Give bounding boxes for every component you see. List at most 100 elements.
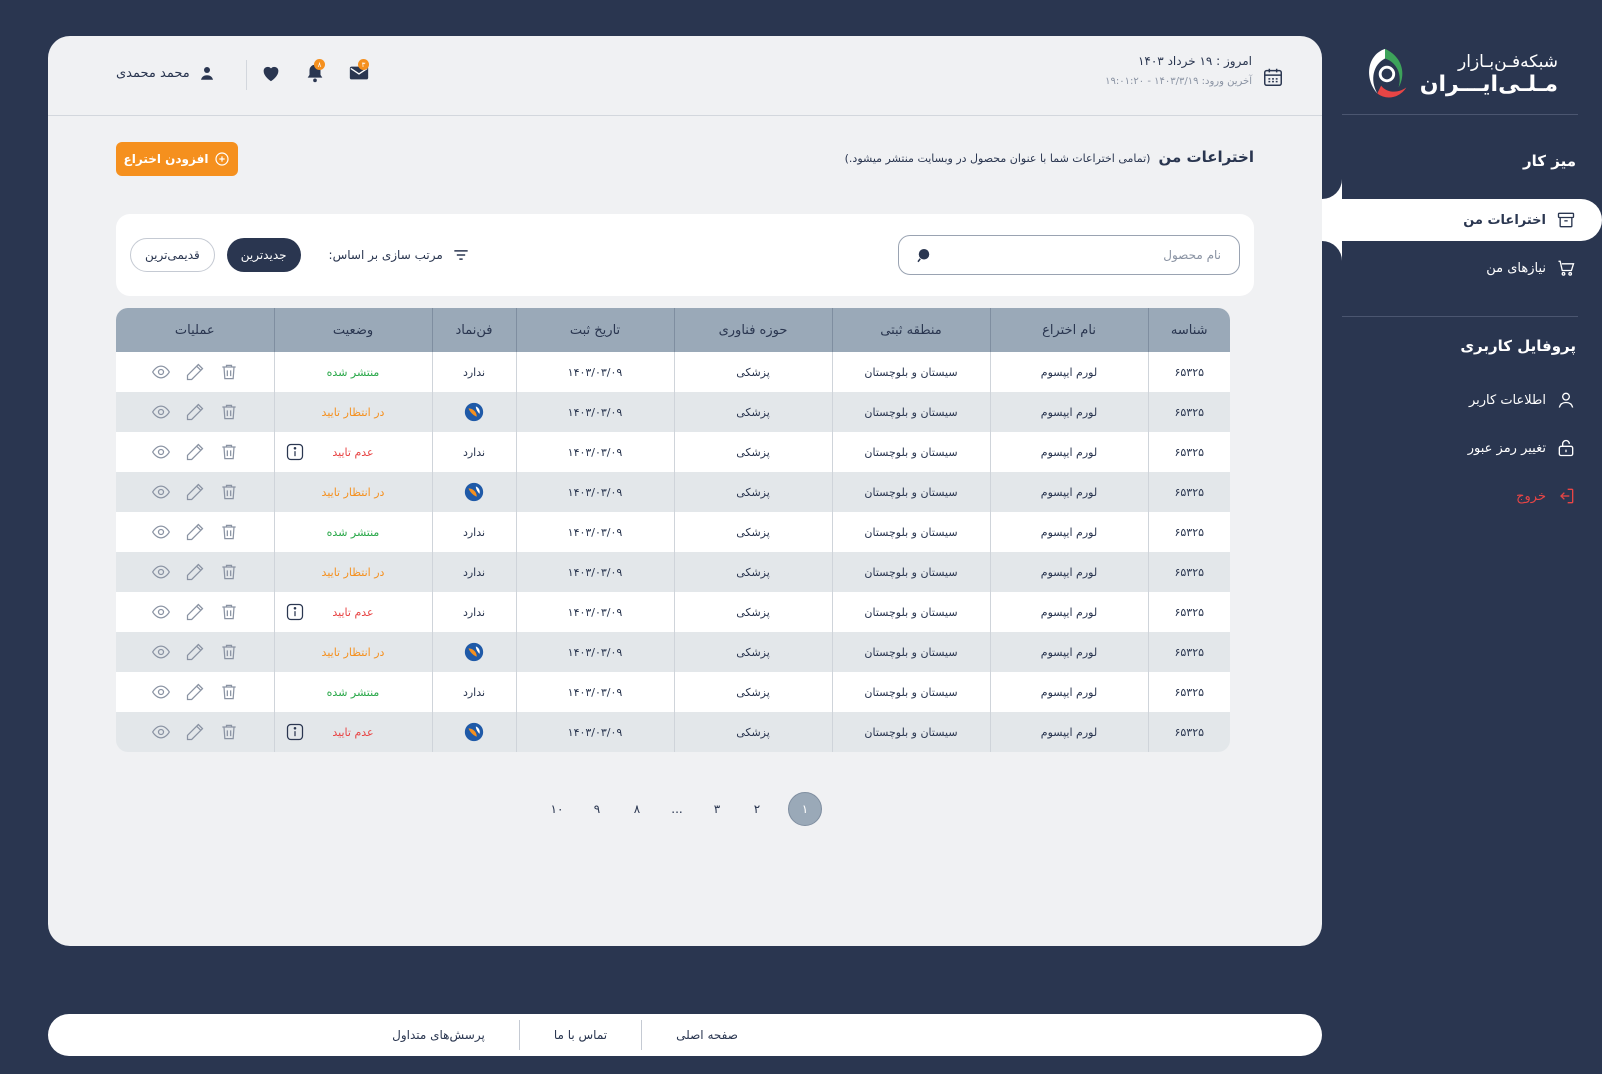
brand-logo[interactable]: شبکه‌فـن‌بـازار مـلـی‌ایـــران <box>1368 40 1558 108</box>
cell-actions <box>116 712 274 752</box>
col-header-field[interactable]: حوزه فناوری <box>673 308 832 352</box>
sort-newest-button[interactable]: جدیدترین <box>226 238 301 272</box>
footer-link-faq[interactable]: پرسش‌های متداول <box>358 1028 519 1042</box>
delete-icon[interactable] <box>219 602 239 622</box>
row-actions <box>117 682 273 702</box>
footer-link-contact[interactable]: تماس با ما <box>520 1028 641 1042</box>
favorites-button[interactable] <box>258 62 282 86</box>
edit-icon[interactable] <box>185 402 205 422</box>
pagination-ellipsis: ... <box>671 802 683 816</box>
cell-id: ۶۵۳۲۵ <box>1147 712 1230 752</box>
delete-icon[interactable] <box>219 642 239 662</box>
col-header-id[interactable]: شناسه <box>1147 308 1230 352</box>
search-icon[interactable] <box>915 246 933 264</box>
edit-icon[interactable] <box>185 562 205 582</box>
view-icon[interactable] <box>151 602 171 622</box>
sidebar-divider <box>1342 114 1578 115</box>
sidebar-item-my-needs[interactable]: نیازهای من <box>1486 258 1576 278</box>
delete-icon[interactable] <box>219 722 239 742</box>
delete-icon[interactable] <box>219 442 239 462</box>
sidebar-item-logout[interactable]: خروج <box>1516 486 1576 506</box>
view-icon[interactable] <box>151 722 171 742</box>
pagination-page[interactable]: ۸ <box>628 802 646 816</box>
search-input[interactable] <box>963 247 1223 263</box>
row-actions <box>117 362 273 382</box>
col-header-status[interactable]: وضعیت <box>273 308 432 352</box>
info-icon[interactable] <box>285 442 305 462</box>
pagination-page[interactable]: ۱۰ <box>548 802 566 816</box>
page-header: اختراعات من (تمامی اختراعات شما با عنوان… <box>845 148 1254 166</box>
footer-link-home[interactable]: صفحه اصلی <box>642 1028 772 1042</box>
cell-field: پزشکی <box>673 472 832 512</box>
pagination-page[interactable]: ۲ <box>748 802 766 816</box>
col-header-name[interactable]: نام اختراع <box>989 308 1148 352</box>
info-icon[interactable] <box>285 602 305 622</box>
table-row: ۶۵۳۲۵ لورم ایپسوم سیستان و بلوچستان پزشکی ۱۴… <box>116 632 1230 672</box>
table-row: ۶۵۳۲۵ لورم ایپسوم سیستان و بلوچستان پزشکی ۱۴… <box>116 512 1230 552</box>
delete-icon[interactable] <box>219 682 239 702</box>
sort-controls: مرتب سازی بر اساس: جدیدترین قدیمی‌ترین <box>130 238 471 272</box>
col-header-symbol[interactable]: فن‌نماد <box>431 308 516 352</box>
edit-icon[interactable] <box>185 722 205 742</box>
tech-symbol-emblem-icon <box>464 642 484 662</box>
delete-icon[interactable] <box>219 482 239 502</box>
view-icon[interactable] <box>151 682 171 702</box>
cell-id: ۶۵۳۲۵ <box>1147 392 1230 432</box>
sort-oldest-button[interactable]: قدیمی‌ترین <box>130 238 215 272</box>
sidebar-item-user-info[interactable]: اطلاعات کاربر <box>1469 390 1576 410</box>
sidebar-item-change-password[interactable]: تغییر رمز عبور <box>1468 438 1576 458</box>
cell-date: ۱۴۰۳/۰۳/۰۹ <box>515 672 674 712</box>
pagination-page[interactable]: ۳ <box>708 802 726 816</box>
cell-region: سیستان و بلوچستان <box>831 432 990 472</box>
today-date: امروز : ۱۹ خرداد ۱۴۰۳ <box>1137 54 1252 68</box>
user-menu[interactable]: محمد محمدی <box>116 64 216 82</box>
filter-bar: مرتب سازی بر اساس: جدیدترین قدیمی‌ترین <box>116 214 1254 296</box>
col-header-region[interactable]: منطقه ثبتی <box>831 308 990 352</box>
sidebar-item-my-inventions[interactable]: اختراعات من <box>1322 199 1602 241</box>
plus-circle-icon <box>215 152 230 166</box>
view-icon[interactable] <box>151 482 171 502</box>
tech-symbol-emblem-icon <box>464 482 484 502</box>
edit-icon[interactable] <box>185 362 205 382</box>
view-icon[interactable] <box>151 642 171 662</box>
cell-name: لورم ایپسوم <box>989 592 1148 632</box>
edit-icon[interactable] <box>185 682 205 702</box>
view-icon[interactable] <box>151 522 171 542</box>
cell-date: ۱۴۰۳/۰۳/۰۹ <box>515 592 674 632</box>
cell-status: در انتظار تایید <box>273 552 432 592</box>
info-icon[interactable] <box>285 722 305 742</box>
cell-actions <box>116 632 274 672</box>
edit-icon[interactable] <box>185 522 205 542</box>
sidebar-item-label: تغییر رمز عبور <box>1467 440 1546 456</box>
col-header-date[interactable]: تاریخ ثبت <box>515 308 674 352</box>
view-icon[interactable] <box>151 442 171 462</box>
pagination-page[interactable]: ۱ <box>788 792 822 826</box>
cell-field: پزشکی <box>673 432 832 472</box>
delete-icon[interactable] <box>219 402 239 422</box>
header-divider <box>246 60 247 90</box>
edit-icon[interactable] <box>185 442 205 462</box>
delete-icon[interactable] <box>219 562 239 582</box>
cell-id: ۶۵۳۲۵ <box>1147 672 1230 712</box>
footer-links: صفحه اصلی تماس با ما پرسش‌های متداول <box>358 1020 772 1050</box>
edit-icon[interactable] <box>185 482 205 502</box>
mail-button[interactable]: ۳ <box>346 59 370 86</box>
delete-icon[interactable] <box>219 362 239 382</box>
cell-field: پزشکی <box>673 512 832 552</box>
row-actions <box>117 722 273 742</box>
table-row: ۶۵۳۲۵ لورم ایپسوم سیستان و بلوچستان پزشکی ۱۴… <box>116 672 1230 712</box>
pagination-page[interactable]: ۹ <box>588 802 606 816</box>
view-icon[interactable] <box>151 362 171 382</box>
sort-label-text: مرتب سازی بر اساس: <box>328 248 443 262</box>
edit-icon[interactable] <box>185 602 205 622</box>
status-label: عدم تایید <box>332 605 374 619</box>
cell-field: پزشکی <box>673 632 832 672</box>
table-row: ۶۵۳۲۵ لورم ایپسوم سیستان و بلوچستان پزشکی ۱۴… <box>116 552 1230 592</box>
cell-actions <box>116 352 274 392</box>
edit-icon[interactable] <box>185 642 205 662</box>
view-icon[interactable] <box>151 562 171 582</box>
notifications-button[interactable]: ۸ <box>302 59 326 86</box>
view-icon[interactable] <box>151 402 171 422</box>
add-invention-button[interactable]: افزودن اختراع <box>116 142 238 176</box>
delete-icon[interactable] <box>219 522 239 542</box>
